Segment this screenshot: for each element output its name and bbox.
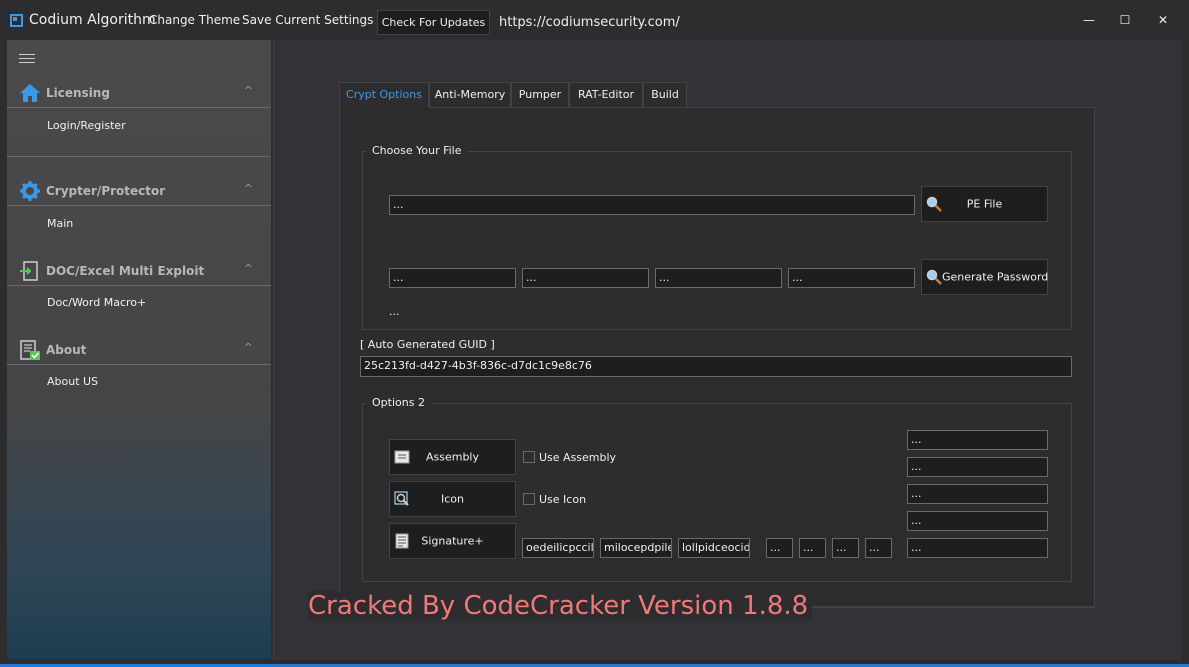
sidebar-section-about[interactable]: About ^ [7,335,271,365]
sidebar: Licensing ^ Login/Register Crypter/Prote… [7,40,271,659]
chevron-up-icon: ^ [243,262,253,275]
assembly-button[interactable]: Assembly [389,439,516,475]
option-field-1[interactable]: ... [907,430,1048,450]
close-button[interactable]: ✕ [1148,10,1178,30]
home-icon [20,84,40,102]
options2-label: Options 2 [366,396,431,409]
sidebar-item-login-register[interactable]: Login/Register [47,119,126,132]
sidebar-section-crypter[interactable]: Crypter/Protector ^ [7,176,271,206]
use-assembly-label: Use Assembly [539,451,617,464]
checklist-icon [20,340,40,360]
signature-small-field-1[interactable]: ... [766,538,793,558]
generate-password-button[interactable]: Generate Password [921,259,1048,295]
generate-password-label: Generate Password [942,270,1049,284]
guid-label: [ Auto Generated GUID ] [360,338,495,351]
gear-icon [20,181,40,201]
icon-label: Icon [441,492,464,506]
signature-small-field-2[interactable]: ... [799,538,826,558]
minimize-button[interactable]: — [1074,10,1104,30]
option-field-2[interactable]: ... [907,457,1048,477]
watermark-text: Cracked By CodeCracker Version 1.8.8 [308,591,813,621]
password-field-1[interactable]: ... [389,268,516,288]
pe-file-label: PE File [966,197,1003,211]
password-field-3[interactable]: ... [655,268,782,288]
use-icon-checkbox[interactable] [523,493,535,505]
signature-small-field-4[interactable]: ... [865,538,892,558]
chevron-up-icon: ^ [243,182,253,195]
tab-pumper[interactable]: Pumper [511,82,569,108]
sidebar-item-doc-word-macro[interactable]: Doc/Word Macro+ [47,296,146,309]
tab-rat-editor[interactable]: RAT-Editor [569,82,643,108]
tab-build[interactable]: Build [643,82,687,108]
title-bar: Codium Algorithm Change Theme Save Curre… [0,0,1189,40]
password-field-4[interactable]: ... [788,268,915,288]
tab-anti-memory[interactable]: Anti-Memory [429,82,511,108]
sidebar-section-title: DOC/Excel Multi Exploit [46,264,205,278]
sidebar-section-title: About [46,343,87,357]
sidebar-item-main[interactable]: Main [47,217,73,230]
signature-field-3[interactable]: lollpidceocidop [678,538,750,558]
guid-input[interactable]: 25c213fd-d427-4b3f-836c-d7dc1c9e8c76 [360,356,1072,377]
choose-file-label: Choose Your File [366,144,468,157]
assembly-label: Assembly [425,450,480,464]
sidebar-section-title: Licensing [46,86,110,100]
signature-field-2[interactable]: milocepdpileioc [600,538,672,558]
signature-label: Signature+ [421,534,484,548]
sidebar-section-licensing[interactable]: Licensing ^ [7,78,271,108]
use-assembly-checkbox[interactable] [523,451,535,463]
signature-button[interactable]: Signature+ [389,523,516,559]
password-note: ... [389,305,400,318]
save-settings-menu[interactable]: Save Current Settings [242,13,373,27]
app-title: Codium Algorithm [29,12,156,28]
option-field-5[interactable]: ... [907,538,1048,558]
sidebar-item-about-us[interactable]: About US [47,375,98,388]
chevron-up-icon: ^ [243,84,253,97]
magnifier-icon [926,269,942,285]
hamburger-menu-icon[interactable] [19,54,35,63]
option-field-3[interactable]: ... [907,484,1048,504]
sidebar-section-title: Crypter/Protector [46,184,166,198]
file-path-input[interactable]: ... [389,195,915,215]
watermark-divider [800,607,1095,608]
check-updates-button[interactable]: Check For Updates [377,10,490,35]
exploit-icon [20,261,38,281]
website-url[interactable]: https://codiumsecurity.com/ [499,15,680,30]
divider [7,156,271,157]
icon-button[interactable]: Icon [389,481,516,517]
change-theme-menu[interactable]: Change Theme [149,13,240,27]
signature-field-1[interactable]: oedeilicpccillmp [522,538,594,558]
choose-file-group [362,151,1072,330]
password-field-2[interactable]: ... [522,268,649,288]
sidebar-section-doc-exploit[interactable]: DOC/Excel Multi Exploit ^ [7,256,271,286]
app-icon [10,14,23,27]
pe-file-button[interactable]: PE File [921,186,1048,222]
option-field-4[interactable]: ... [907,511,1048,531]
use-icon-label: Use Icon [539,493,587,506]
signature-small-field-3[interactable]: ... [832,538,859,558]
tab-crypt-options[interactable]: Crypt Options [339,82,429,108]
maximize-button[interactable]: ☐ [1110,10,1140,30]
chevron-up-icon: ^ [243,341,253,354]
